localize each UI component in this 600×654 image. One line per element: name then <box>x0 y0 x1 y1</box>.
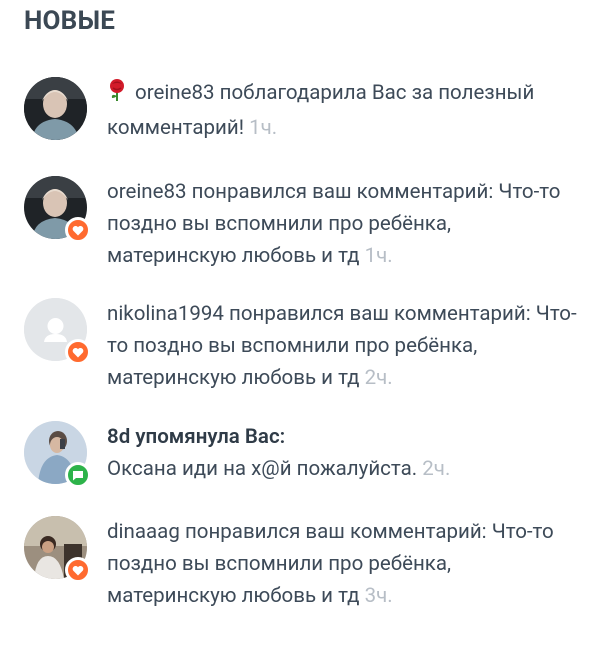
avatar[interactable] <box>24 516 91 583</box>
notification-text: nikolina1994 понравился ваш комментарий:… <box>107 298 577 394</box>
action-text: понравился ваш комментарий: <box>229 302 531 326</box>
notification-text: 8d упомянула Вас: Оксана иди на х@й пожа… <box>107 421 577 485</box>
user-photo <box>24 77 87 140</box>
heart-badge-icon <box>65 339 91 365</box>
username[interactable]: oreine83 <box>135 81 215 105</box>
username[interactable]: dinaaag <box>107 520 180 544</box>
heart-badge-icon <box>65 557 91 583</box>
timestamp: 3ч. <box>364 584 393 608</box>
timestamp: 2ч. <box>422 457 451 481</box>
action-text: понравился ваш комментарий: <box>191 180 494 204</box>
avatar[interactable] <box>24 421 91 488</box>
action-text: понравился ваш комментарий: <box>184 520 487 544</box>
comment-badge-icon <box>65 462 91 488</box>
username[interactable]: oreine83 <box>107 180 187 204</box>
timestamp: 1ч. <box>249 116 278 140</box>
comment-text[interactable]: Оксана иди на х@й пожалуйста. <box>107 457 417 481</box>
avatar[interactable] <box>24 176 91 243</box>
username[interactable]: nikolina1994 <box>107 302 224 326</box>
action-text: упомянула Вас: <box>135 425 286 449</box>
section-title: НОВЫЕ <box>24 6 116 36</box>
notification-text: oreine83 поблагодарила Вас за полезный к… <box>107 77 577 144</box>
heart-badge-icon <box>65 217 91 243</box>
timestamp: 2ч. <box>364 366 393 390</box>
avatar[interactable] <box>24 298 91 365</box>
notification-text: dinaaag понравился ваш комментарий: Что-… <box>107 516 577 612</box>
notification-text: oreine83 понравился ваш комментарий: Что… <box>107 176 577 272</box>
avatar[interactable] <box>24 77 87 140</box>
username[interactable]: 8d <box>107 425 130 449</box>
timestamp: 1ч. <box>364 244 393 268</box>
rose-icon <box>107 78 127 112</box>
